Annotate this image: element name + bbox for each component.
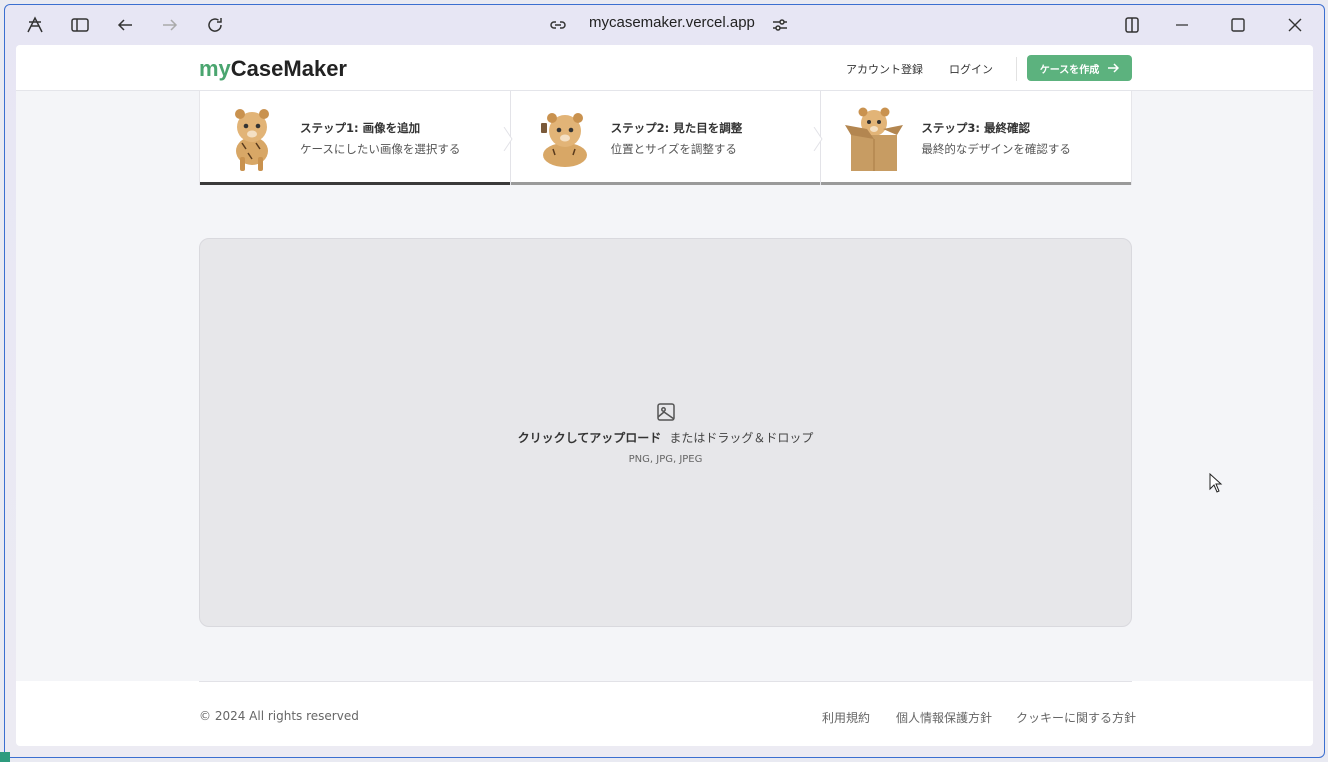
upload-instructions: クリックしてアップロード またはドラッグ＆ドロップ: [518, 429, 814, 446]
cookie-policy-link[interactable]: クッキーに関する方針: [1016, 709, 1136, 726]
browser-logo-icon[interactable]: [23, 13, 47, 37]
address-bar-url[interactable]: mycasemaker.vercel.app: [589, 14, 755, 31]
maximize-icon[interactable]: [1226, 13, 1250, 37]
tiger-cub-in-box-image: [845, 107, 904, 171]
privacy-link[interactable]: 個人情報保護方針: [896, 709, 992, 726]
upload-file-types: PNG, JPG, JPEG: [628, 453, 703, 465]
site-logo[interactable]: myCaseMaker: [199, 56, 347, 82]
footer-divider: [199, 681, 1132, 682]
web-page: myCaseMaker アカウント登録 ログイン ケースを作成 ステップ1: 画…: [16, 45, 1313, 746]
site-header: myCaseMaker アカウント登録 ログイン ケースを作成: [16, 45, 1313, 91]
logo-main: CaseMaker: [230, 56, 347, 81]
site-settings-icon[interactable]: [768, 13, 792, 37]
title-bar: mycasemaker.vercel.app: [5, 5, 1324, 45]
minimize-icon[interactable]: [1170, 13, 1194, 37]
step-separator-icon: [813, 127, 823, 151]
create-case-button[interactable]: ケースを作成: [1027, 55, 1132, 81]
forward-arrow-icon[interactable]: [158, 13, 182, 37]
back-arrow-icon[interactable]: [113, 13, 137, 37]
upload-click-text: クリックしてアップロード: [517, 430, 662, 445]
taskbar-corner-indicator: [0, 752, 10, 762]
register-link[interactable]: アカウント登録: [846, 61, 923, 77]
step-separator-icon: [503, 127, 513, 151]
step-2-description: 位置とサイズを調整する: [610, 141, 737, 156]
tiger-cub-standing-image: [235, 109, 269, 171]
arrow-right-icon: [1108, 63, 1120, 73]
step-2-title: ステップ2: 見た目を調整: [610, 120, 743, 135]
image-upload-dropzone[interactable]: クリックしてアップロード またはドラッグ＆ドロップ PNG, JPG, JPEG: [199, 238, 1132, 627]
tiger-cub-sitting-image: [540, 113, 587, 167]
step-1-description: ケースにしたい画像を選択する: [300, 141, 461, 156]
step-1-title: ステップ1: 画像を追加: [300, 120, 421, 135]
create-case-label: ケースを作成: [1039, 64, 1100, 76]
step-2: ステップ2: 見た目を調整 位置とサイズを調整する: [509, 91, 823, 185]
image-icon: [656, 402, 675, 421]
step-3-progress-bar: [821, 182, 1132, 185]
link-icon: [546, 13, 570, 37]
sidebar-toggle-icon[interactable]: [68, 13, 92, 37]
terms-link[interactable]: 利用規約: [822, 709, 870, 726]
mouse-cursor-icon: [1209, 473, 1223, 493]
close-icon[interactable]: [1283, 13, 1307, 37]
browser-window: mycasemaker.vercel.app myCaseMaker アカウント…: [4, 4, 1325, 758]
site-footer: © 2024 All rights reserved 利用規約 個人情報保護方針…: [16, 681, 1313, 746]
step-2-progress-bar: [510, 182, 821, 185]
steps-progress: ステップ1: 画像を追加 ケースにしたい画像を選択する ステップ2: 見た目を調…: [199, 91, 1132, 185]
login-link[interactable]: ログイン: [949, 61, 993, 77]
refresh-icon[interactable]: [203, 13, 227, 37]
step-1: ステップ1: 画像を追加 ケースにしたい画像を選択する: [200, 91, 513, 185]
step-1-progress-bar: [200, 182, 510, 185]
logo-prefix: my: [199, 56, 231, 81]
nav-divider: [1016, 57, 1017, 81]
copyright-text: © 2024 All rights reserved: [199, 709, 359, 723]
split-view-icon[interactable]: [1120, 13, 1144, 37]
step-3-description: 最終的なデザインを確認する: [921, 141, 1071, 156]
step-3-title: ステップ3: 最終確認: [921, 120, 1030, 135]
upload-drag-text: またはドラッグ＆ドロップ: [669, 430, 814, 445]
step-3: ステップ3: 最終確認 最終的なデザインを確認する: [820, 91, 1132, 185]
